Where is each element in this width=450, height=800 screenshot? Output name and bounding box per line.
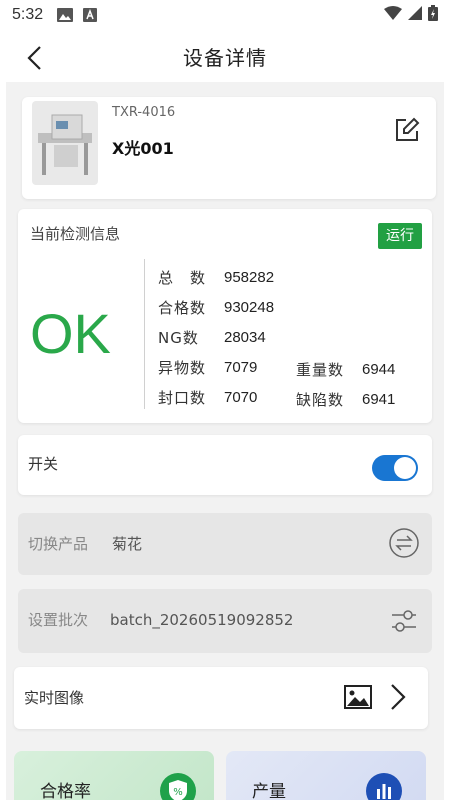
weight-label: 重量数 [296, 361, 345, 379]
swap-icon[interactable] [388, 527, 420, 559]
bar-chart-icon [366, 773, 402, 800]
pass-label: 合格数 [158, 299, 207, 317]
pass-rate-label: 合格率 [40, 782, 91, 800]
realtime-image-row[interactable]: 实时图像 [14, 667, 428, 729]
detection-result: OK [30, 302, 111, 365]
product-value: 菊花 [112, 535, 143, 553]
running-status-badge: 运行 [378, 223, 422, 249]
power-switch-label: 开关 [28, 455, 59, 473]
device-image [32, 101, 98, 185]
app-bar: 设备详情 [0, 30, 450, 82]
foreign-label: 异物数 [158, 359, 207, 377]
power-toggle[interactable] [372, 455, 418, 481]
detection-title: 当前检测信息 [30, 225, 121, 243]
detection-card: 当前检测信息 运行 OK 总 数 958282 合格数 930248 NG数 2… [18, 209, 432, 423]
pass-rate-tile[interactable]: 合格率 % [14, 751, 214, 800]
status-time: 5:32 [12, 6, 44, 23]
app-notification-icon [83, 8, 98, 22]
defect-label: 缺陷数 [296, 391, 345, 409]
content-area[interactable]: TXR-4016 X光001 当前检测信息 运行 OK 总 数 958282 合… [6, 82, 444, 800]
battery-charging-icon [428, 5, 438, 25]
back-button[interactable] [16, 40, 52, 76]
status-bar: 5:32 [0, 0, 450, 30]
signal-icon [408, 6, 422, 24]
switch-product-row[interactable]: 切换产品 菊花 [18, 513, 432, 575]
seal-label: 封口数 [158, 389, 207, 407]
percent-shield-icon: % [160, 773, 196, 800]
total-value: 958282 [224, 269, 275, 286]
edit-button[interactable] [394, 117, 420, 143]
batch-value: batch_20260519092852 [110, 611, 294, 629]
wifi-icon [384, 6, 402, 24]
back-arrow-icon [27, 46, 41, 70]
ng-label: NG数 [158, 329, 199, 347]
svg-text:%: % [173, 787, 183, 798]
realtime-image-label: 实时图像 [24, 689, 85, 707]
output-tile[interactable]: 产量 [226, 751, 426, 800]
set-batch-label: 设置批次 [28, 611, 89, 629]
switch-product-label: 切换产品 [28, 535, 89, 553]
ng-value: 28034 [224, 329, 266, 346]
device-name: X光001 [112, 139, 174, 158]
set-batch-row[interactable]: 设置批次 batch_20260519092852 [18, 589, 432, 653]
edit-icon [396, 117, 420, 141]
seal-value: 7070 [224, 389, 258, 406]
total-label: 总 数 [158, 269, 207, 287]
device-card: TXR-4016 X光001 [22, 97, 436, 199]
defect-value: 6941 [362, 391, 396, 408]
chevron-right-icon [388, 683, 408, 711]
toggle-knob [394, 457, 416, 479]
pass-value: 930248 [224, 299, 275, 316]
gallery-notification-icon [57, 8, 74, 22]
image-icon [344, 685, 372, 709]
device-model: TXR-4016 [112, 105, 176, 120]
divider [144, 259, 145, 409]
output-label: 产量 [252, 782, 286, 800]
foreign-value: 7079 [224, 359, 258, 376]
weight-value: 6944 [362, 361, 396, 378]
settings-sliders-icon[interactable] [388, 605, 420, 637]
page-title: 设备详情 [183, 45, 267, 70]
power-switch-row: 开关 [18, 435, 432, 495]
